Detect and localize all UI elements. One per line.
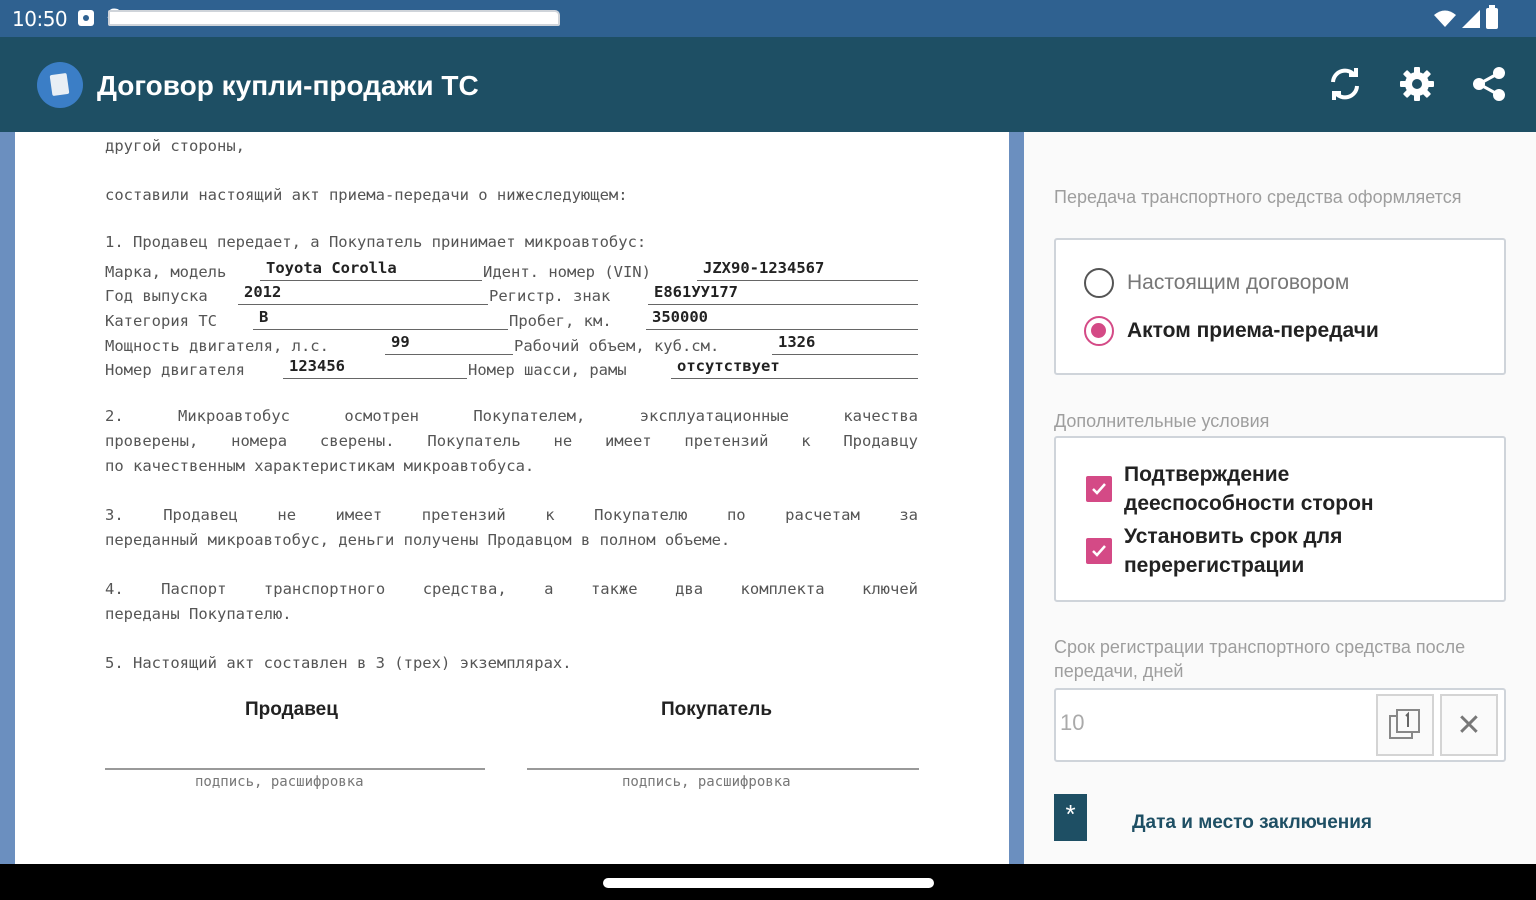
doc-item-4-line: 4. Паспорт транспортного средства, а так… xyxy=(105,580,918,598)
sd-card-icon xyxy=(108,10,560,26)
settings-button[interactable] xyxy=(1398,65,1436,103)
field-chassis: отсутствует xyxy=(671,357,918,379)
checkbox-checked-icon xyxy=(1086,538,1112,564)
doc-item-3-line: 3. Продавец не имеет претензий к Покупат… xyxy=(105,506,918,524)
extra-section-label: Дополнительные условия xyxy=(1054,411,1270,431)
field-reg: Е861УУ177 xyxy=(648,283,918,305)
buyer-signature-caption: подпись, расшифровка xyxy=(622,774,791,790)
field-make: Toyota Corolla xyxy=(260,259,482,281)
radio-option-contract[interactable]: Настоящим договором xyxy=(1084,268,1349,298)
doc-item-5: 5. Настоящий акт составлен в 3 (трех) эк… xyxy=(105,654,572,672)
signal-icon xyxy=(1462,9,1480,28)
doc-item-4-line: переданы Покупателю. xyxy=(105,605,292,623)
document-border-left xyxy=(0,132,15,864)
battery-icon xyxy=(1486,5,1498,29)
transfer-section-label: Передача транспортного средства оформляе… xyxy=(1054,187,1462,207)
template-button[interactable] xyxy=(1376,694,1434,756)
radio-option-act[interactable]: Актом приема-передачи xyxy=(1084,316,1379,346)
refresh-icon xyxy=(1331,68,1359,100)
gear-icon xyxy=(1400,67,1434,101)
seller-signature-caption: подпись, расшифровка xyxy=(195,774,364,790)
term-input[interactable]: 10 ✕ xyxy=(1054,688,1506,762)
status-time: 10:50 xyxy=(12,7,68,31)
radio-unchecked-icon xyxy=(1084,268,1114,298)
share-icon xyxy=(1473,67,1505,101)
term-input-value: 10 xyxy=(1060,710,1085,735)
star-icon[interactable]: * xyxy=(1054,794,1087,841)
buyer-signature-line xyxy=(527,768,919,770)
settings-panel: Передача транспортного средства оформляе… xyxy=(1024,132,1536,864)
doc-line: другой стороны, xyxy=(105,137,245,155)
field-volume: 1326 xyxy=(772,333,918,355)
seller-title: Продавец xyxy=(245,699,338,720)
doc-item-1: 1. Продавец передает, а Покупатель прини… xyxy=(105,233,647,251)
app-bar: Договор купли-продажи ТС xyxy=(0,37,1536,132)
extra-conditions-card: Подтверждение дееспособности сторон Уста… xyxy=(1054,436,1506,602)
document-text: другой стороны, составили настоящий акт … xyxy=(105,132,920,864)
refresh-button[interactable] xyxy=(1326,65,1364,103)
checkbox-reregistration[interactable]: Установить срок для перерегистрации xyxy=(1086,522,1454,580)
checkbox-checked-icon xyxy=(1086,476,1112,502)
share-button[interactable] xyxy=(1470,65,1508,103)
home-gesture-handle[interactable] xyxy=(603,878,934,888)
copy-number-icon xyxy=(1389,709,1420,739)
checkbox-capacity[interactable]: Подтверждение дееспособности сторон xyxy=(1086,460,1454,518)
document-border-right xyxy=(1009,132,1024,864)
nav-bar xyxy=(0,864,1536,900)
buyer-title: Покупатель xyxy=(661,699,773,720)
field-engine: 123456 xyxy=(283,357,467,379)
app-title: Договор купли-продажи ТС xyxy=(97,70,479,101)
doc-item-2-line: проверены, номера сверены. Покупатель не… xyxy=(105,432,918,450)
app-logo-icon xyxy=(37,62,83,108)
field-power: 99 xyxy=(385,333,513,355)
notification-icon xyxy=(78,10,94,26)
radio-checked-icon xyxy=(1084,316,1114,346)
status-bar: 10:50 Ꞩ xyxy=(0,0,1536,37)
term-section-label: Срок регистрации транспортного средства … xyxy=(1054,637,1466,681)
doc-item-2-line: по качественным характеристикам микроавт… xyxy=(105,457,535,475)
close-icon: ✕ xyxy=(1456,708,1482,742)
wifi-icon xyxy=(1434,10,1456,27)
field-vin: JZX90-1234567 xyxy=(697,259,918,281)
doc-item-3-line: переданный микроавтобус, деньги получены… xyxy=(105,531,731,549)
doc-intro: составили настоящий акт приема-передачи … xyxy=(105,186,628,204)
date-place-link[interactable]: Дата и место заключения xyxy=(1132,812,1372,834)
seller-signature-line xyxy=(105,768,485,770)
field-year: 2012 xyxy=(238,283,488,305)
doc-item-2-line: 2. Микроавтобус осмотрен Покупателем, эк… xyxy=(105,407,918,425)
clear-button[interactable]: ✕ xyxy=(1440,694,1498,756)
transfer-options-card: Настоящим договором Актом приема-передач… xyxy=(1054,238,1506,375)
field-mileage: 350000 xyxy=(646,308,918,330)
field-category: B xyxy=(253,308,508,330)
field-row-engine: Номер двигателя 123456 Номер шасси, рамы… xyxy=(105,357,918,385)
